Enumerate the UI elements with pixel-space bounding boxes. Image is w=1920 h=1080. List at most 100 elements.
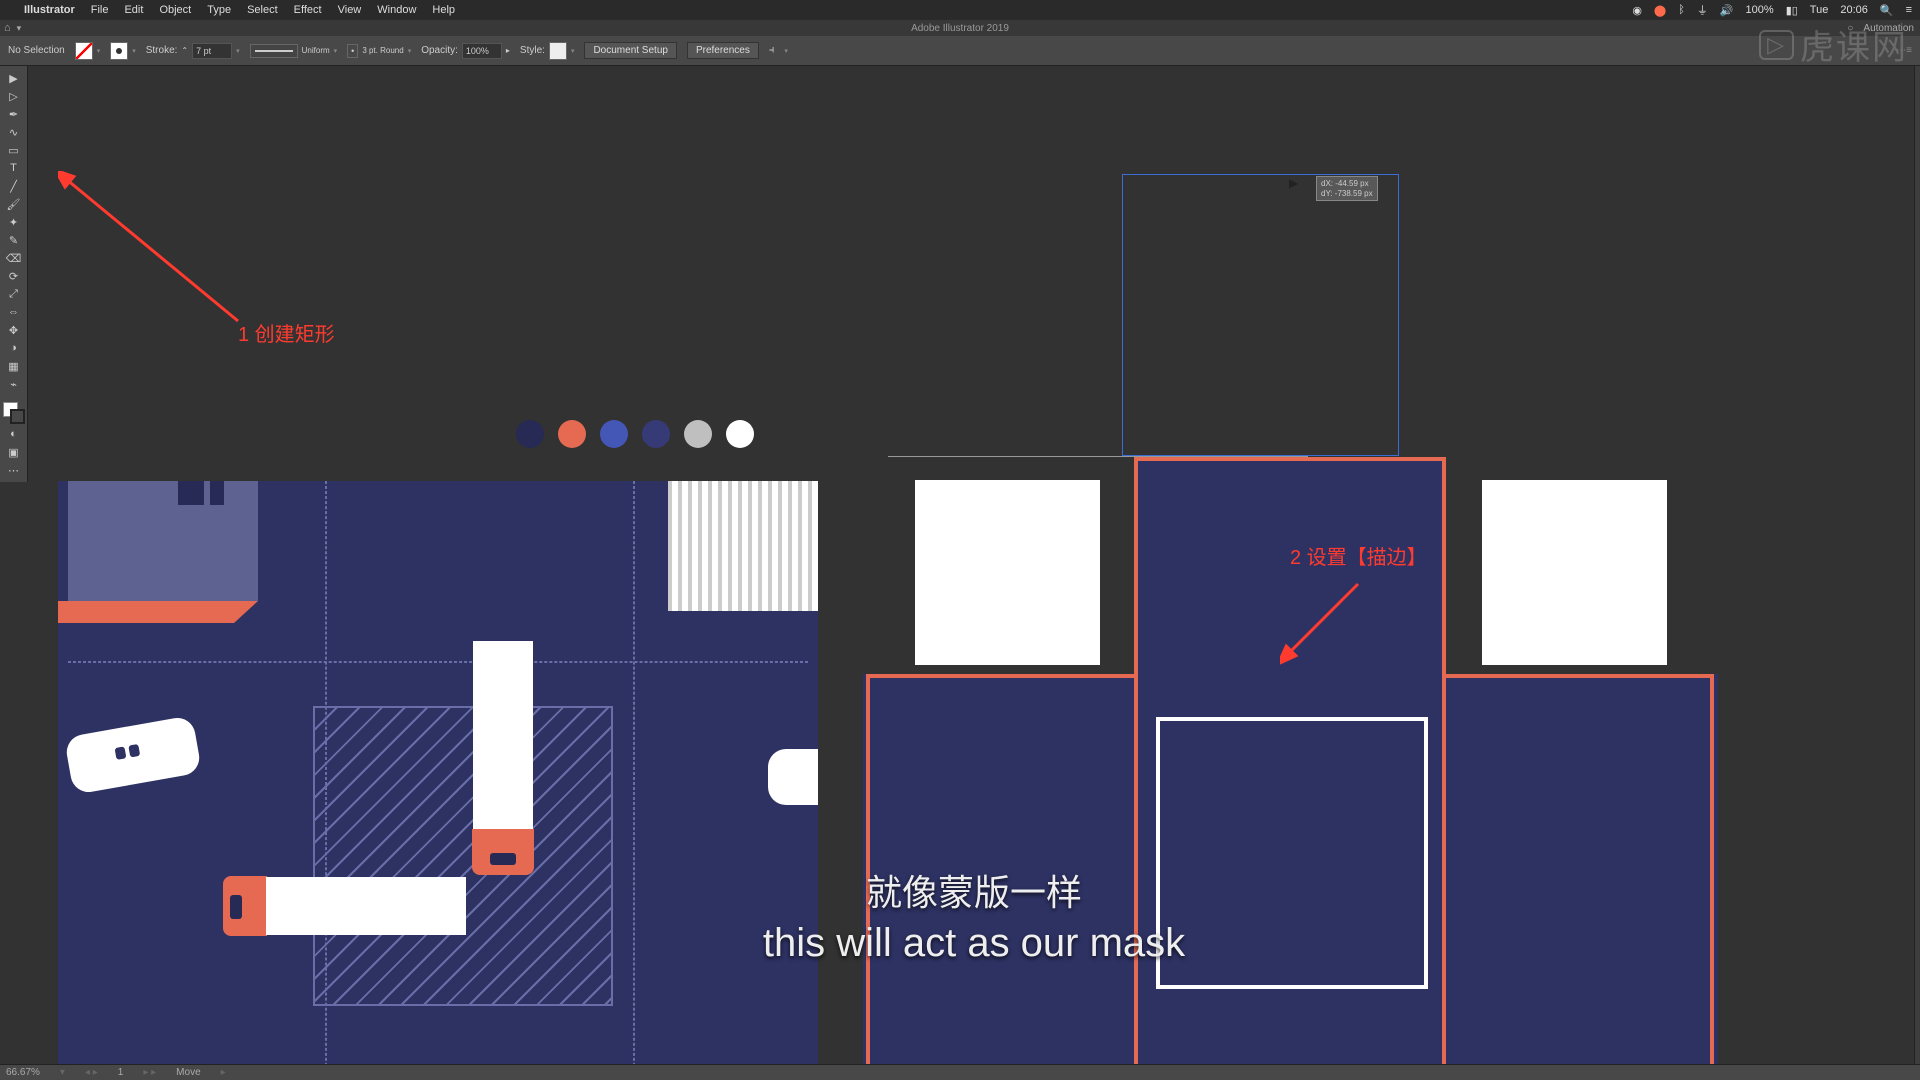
wifi-icon[interactable]: ⏚ [1697,2,1708,18]
toolbar-more[interactable]: ⋯ [3,462,25,478]
stroke-profile-label: Uniform [302,46,330,55]
cursor-icon: ▶ [1289,176,1298,190]
menu-object[interactable]: Object [159,4,191,16]
clock-day: Tue [1810,4,1829,16]
subtitle-en: this will act as our mask [524,917,1424,969]
battery-icon[interactable]: ▮▯ [1786,4,1798,17]
style-swatch[interactable] [549,42,567,60]
palette-dot-4 [642,420,670,448]
subtitle-cn: 就像蒙版一样 [524,870,1424,917]
document-setup-button[interactable]: Document Setup [584,42,677,59]
right-panel-collapsed[interactable] [1914,66,1920,1064]
palette-dot-6 [726,420,754,448]
tool-selection[interactable]: ▶ [3,70,25,86]
preferences-button[interactable]: Preferences [687,42,759,59]
subtitle: 就像蒙版一样 this will act as our mask [524,870,1424,969]
fill-swatch[interactable] [75,42,93,60]
zoom-level[interactable]: 66.67% [6,1067,40,1078]
stroke-none-swatch[interactable] [110,42,128,60]
control-bar: No Selection ▾ ▾ Stroke: ⌃ ▾ Uniform ▾ •… [0,36,1920,66]
drag-selection-rect [1122,174,1399,456]
tool-rotate[interactable]: ⟳ [3,268,25,284]
clock-time: 20:06 [1840,4,1868,16]
menu-view[interactable]: View [338,4,362,16]
brush-label: 3 pt. Round [362,46,403,55]
canvas[interactable]: ▶ dX: -44.59 px dY: -738.59 px 1 创建矩形 2 … [28,66,1920,1064]
menu-file[interactable]: File [91,4,109,16]
selection-state: No Selection [8,45,65,56]
annotation-1: 1 创建矩形 [238,318,335,347]
volume-icon[interactable]: 🔊 [1720,4,1734,17]
annotation-arrow-1 [58,171,248,331]
palette-dot-3 [600,420,628,448]
menu-select[interactable]: Select [247,4,278,16]
tool-color-mode[interactable]: ◐ [3,426,25,442]
menu-help[interactable]: Help [432,4,455,16]
menu-edit[interactable]: Edit [124,4,143,16]
truck-vertical [473,641,533,831]
tool-shaper[interactable]: ✦ [3,214,25,230]
app-titlebar: ⌂ ▾ Adobe Illustrator 2019 ○ Automation [0,20,1920,36]
brush-indicator[interactable]: • [347,44,358,58]
car-shape [64,715,202,795]
fill-stroke-swatch[interactable] [3,402,25,424]
tool-eyedropper[interactable]: ⌁ [3,376,25,392]
tool-curvature[interactable]: ∿ [3,124,25,140]
tool-gradient[interactable]: ▦ [3,358,25,374]
mode-label: Move [176,1067,200,1078]
tool-shape-builder[interactable]: ◑ [3,340,25,356]
opacity-label: Opacity: [421,45,458,56]
annotation-2: 2 设置【描边】 [1290,541,1427,570]
stroke-label: Stroke: [146,45,178,56]
bluetooth-icon[interactable]: ᛒ [1678,4,1685,16]
orange-outline-right [1442,674,1714,1064]
tool-brush[interactable]: 🖌 [3,196,25,212]
status-bar: 66.67% ▾ ◂ ▸ 1 ▸ ▸ Move ▸ [0,1064,1920,1080]
tool-pencil[interactable]: ✎ [3,232,25,248]
watermark-text: 虎课网 [1800,20,1908,69]
left-toolbar: ▶ ▷ ✒ ∿ ▭ T ╱ 🖌 ✦ ✎ ⌫ ⟳ ⤢ ⇔ ✥ ◑ ▦ ⌁ ◐ ▣ … [0,66,28,482]
menu-effect[interactable]: Effect [294,4,322,16]
artboard-nav[interactable]: 1 [118,1067,124,1078]
tool-screen-mode[interactable]: ▣ [3,444,25,460]
tool-width[interactable]: ⇔ [3,304,25,320]
battery-pct: 100% [1746,4,1774,16]
white-panel-left [915,480,1100,665]
orange-outline-left [866,674,1138,1064]
mac-menubar: Illustrator File Edit Object Type Select… [0,0,1920,20]
measure-tooltip: dX: -44.59 px dY: -738.59 px [1316,176,1378,201]
tool-eraser[interactable]: ⌫ [3,250,25,266]
truck-horizontal [266,877,466,935]
stroke-weight-stepper[interactable]: ⌃ [181,46,188,55]
align-icon[interactable]: ⫞ [769,44,775,57]
style-label: Style: [520,45,545,56]
tool-scale[interactable]: ⤢ [3,286,25,302]
palette-dot-2 [558,420,586,448]
palette-dot-5 [684,420,712,448]
tool-free-transform[interactable]: ✥ [3,322,25,338]
tool-direct-selection[interactable]: ▷ [3,88,25,104]
app-menu[interactable]: Illustrator [24,4,75,16]
spotlight-icon[interactable]: 🔍 [1880,4,1894,17]
opacity-input[interactable] [462,43,502,59]
watermark-icon: ▷ [1759,30,1794,60]
cc-icon[interactable]: ⬤ [1654,4,1666,17]
document-title: Adobe Illustrator 2019 [911,23,1009,34]
stroke-weight-input[interactable] [192,43,232,59]
watermark: ▷ 虎课网 [1759,20,1908,69]
white-panel-right [1482,480,1667,665]
tool-type[interactable]: T [3,160,25,176]
tool-pen[interactable]: ✒ [3,106,25,122]
annotation-arrow-2 [1280,576,1370,666]
notification-icon[interactable]: ≡ [1906,4,1912,16]
doc-arrange-icon[interactable]: ▾ [17,23,22,34]
palette-dot-1 [516,420,544,448]
opacity-flyout-icon[interactable]: ▸ [506,46,510,55]
stroke-profile[interactable] [250,44,298,58]
tool-rectangle[interactable]: ▭ [3,142,25,158]
menu-type[interactable]: Type [207,4,231,16]
tool-line[interactable]: ╱ [3,178,25,194]
home-icon[interactable]: ⌂ [4,22,11,34]
menu-window[interactable]: Window [377,4,416,16]
siri-icon[interactable]: ◉ [1632,4,1642,17]
